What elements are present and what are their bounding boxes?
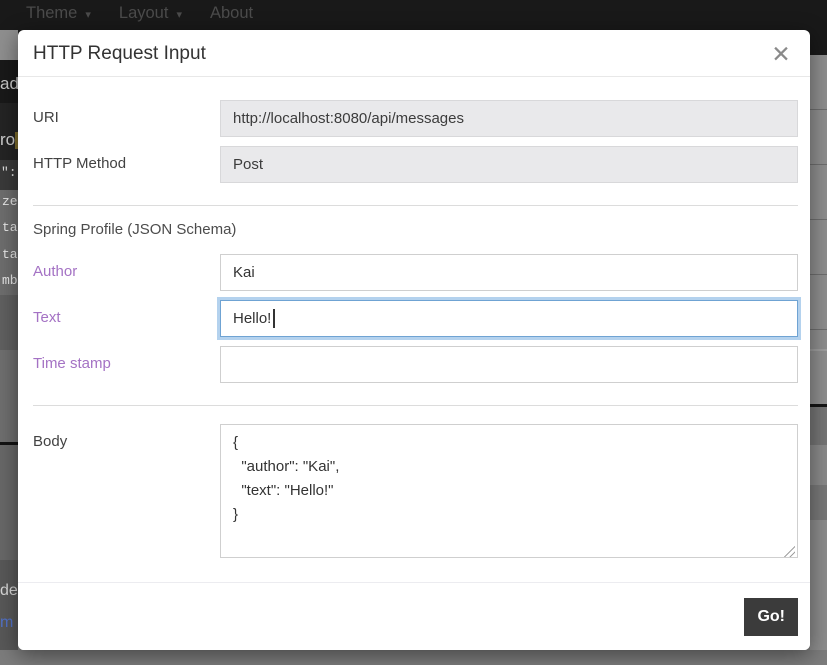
backdrop-text-fragment: de (0, 582, 18, 600)
timestamp-input[interactable] (220, 346, 798, 383)
http-method-row: HTTP Method (33, 146, 798, 183)
author-input[interactable] (220, 254, 798, 291)
nav-theme-label: Theme (26, 4, 77, 23)
backdrop-block (810, 520, 827, 650)
backdrop-text-fragment: ta (2, 247, 18, 262)
chevron-down-icon: ▾ (176, 8, 182, 21)
backdrop-table-rows (810, 55, 827, 349)
backdrop-block: ade (0, 60, 18, 103)
text-input[interactable] (220, 300, 798, 337)
backdrop-link-fragment: m (0, 614, 13, 632)
backdrop-block (810, 485, 827, 520)
backdrop-block (810, 407, 827, 445)
uri-row: URI (33, 100, 798, 137)
backdrop-block (810, 0, 827, 55)
nav-about-label: About (210, 4, 253, 23)
section-divider (33, 405, 798, 406)
text-label: Text (33, 300, 220, 337)
backdrop-block: ze ta ta mb (0, 190, 18, 295)
backdrop-block (0, 295, 18, 350)
nav-item-theme: Theme ▾ (26, 4, 91, 23)
http-method-input[interactable] (220, 146, 798, 183)
http-request-input-dialog: HTTP Request Input ✕ URI HTTP Method Spr… (18, 30, 810, 650)
dialog-title: HTTP Request Input (33, 43, 206, 64)
backdrop-block (810, 445, 827, 485)
backdrop-block (0, 650, 827, 665)
close-button[interactable]: ✕ (766, 39, 796, 69)
backdrop-text-fragment: ": (1, 165, 17, 180)
http-method-label: HTTP Method (33, 146, 220, 183)
go-button[interactable]: Go! (744, 598, 798, 636)
chevron-down-icon: ▾ (85, 8, 91, 21)
backdrop-text-fragment: mb (2, 273, 18, 288)
uri-input[interactable] (220, 100, 798, 137)
dialog-header: HTTP Request Input ✕ (18, 30, 810, 77)
nav-item-layout: Layout ▾ (119, 4, 182, 23)
schema-section-label: Spring Profile (JSON Schema) (33, 221, 798, 238)
body-label: Body (33, 424, 220, 563)
backdrop-text-fragment: ta (2, 220, 18, 235)
dialog-footer: Go! (18, 582, 810, 650)
backdrop-block: ": (0, 160, 18, 190)
body-row: Body { "author": "Kai", "text": "Hello!"… (33, 424, 798, 563)
uri-label: URI (33, 100, 220, 137)
section-divider (33, 205, 798, 206)
backdrop-block (0, 350, 18, 442)
text-cursor (273, 309, 275, 328)
backdrop-block: ro (0, 103, 18, 160)
body-textarea[interactable]: { "author": "Kai", "text": "Hello!" } (220, 424, 798, 558)
backdrop-text-fragment: ade (0, 74, 18, 94)
backdrop-text-fragment: ro (0, 130, 15, 150)
dialog-body: URI HTTP Method Spring Profile (JSON Sch… (18, 77, 810, 563)
backdrop-text-fragment: ze (2, 194, 18, 209)
author-row: Author (33, 254, 798, 291)
text-row: Text (33, 300, 798, 337)
nav-layout-label: Layout (119, 4, 169, 23)
backdrop-block (0, 445, 18, 560)
timestamp-label: Time stamp (33, 346, 220, 383)
timestamp-row: Time stamp (33, 346, 798, 383)
author-label: Author (33, 254, 220, 291)
backdrop-block (0, 30, 18, 60)
close-icon: ✕ (771, 41, 790, 67)
nav-item-about: About (210, 4, 253, 23)
backdrop-block: de m (0, 560, 18, 650)
backdrop-block (810, 351, 827, 404)
